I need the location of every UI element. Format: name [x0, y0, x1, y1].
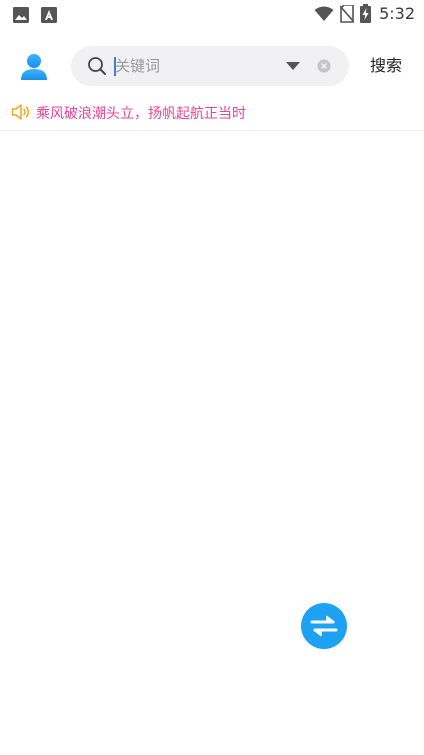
swap-button[interactable] — [301, 603, 347, 649]
no-sim-icon — [340, 4, 355, 23]
status-bar-right: 5:32 — [314, 4, 415, 23]
announcement-text: 乘风破浪潮头立，扬帆起航正当时 — [36, 106, 246, 122]
user-avatar-button[interactable] — [19, 53, 49, 81]
header: 搜索 — [0, 44, 424, 88]
status-time: 5:32 — [379, 4, 415, 23]
search-icon — [88, 57, 106, 75]
search-button[interactable]: 搜索 — [360, 52, 412, 80]
image-icon — [13, 7, 29, 23]
dropdown-arrow-icon[interactable] — [286, 61, 300, 71]
speaker-icon — [11, 104, 29, 120]
user-icon — [21, 54, 47, 80]
status-bar: 5:32 — [0, 0, 424, 30]
search-box[interactable] — [71, 46, 349, 86]
status-bar-left — [13, 7, 57, 23]
battery-charging-icon — [360, 4, 372, 23]
clear-icon[interactable] — [316, 58, 332, 74]
announcement-bar: 乘风破浪潮头立，扬帆起航正当时 — [0, 96, 424, 131]
a-box-icon — [41, 7, 57, 23]
search-input[interactable] — [115, 54, 275, 78]
swap-icon — [310, 615, 338, 637]
content-area — [0, 131, 424, 755]
wifi-icon — [314, 6, 334, 21]
